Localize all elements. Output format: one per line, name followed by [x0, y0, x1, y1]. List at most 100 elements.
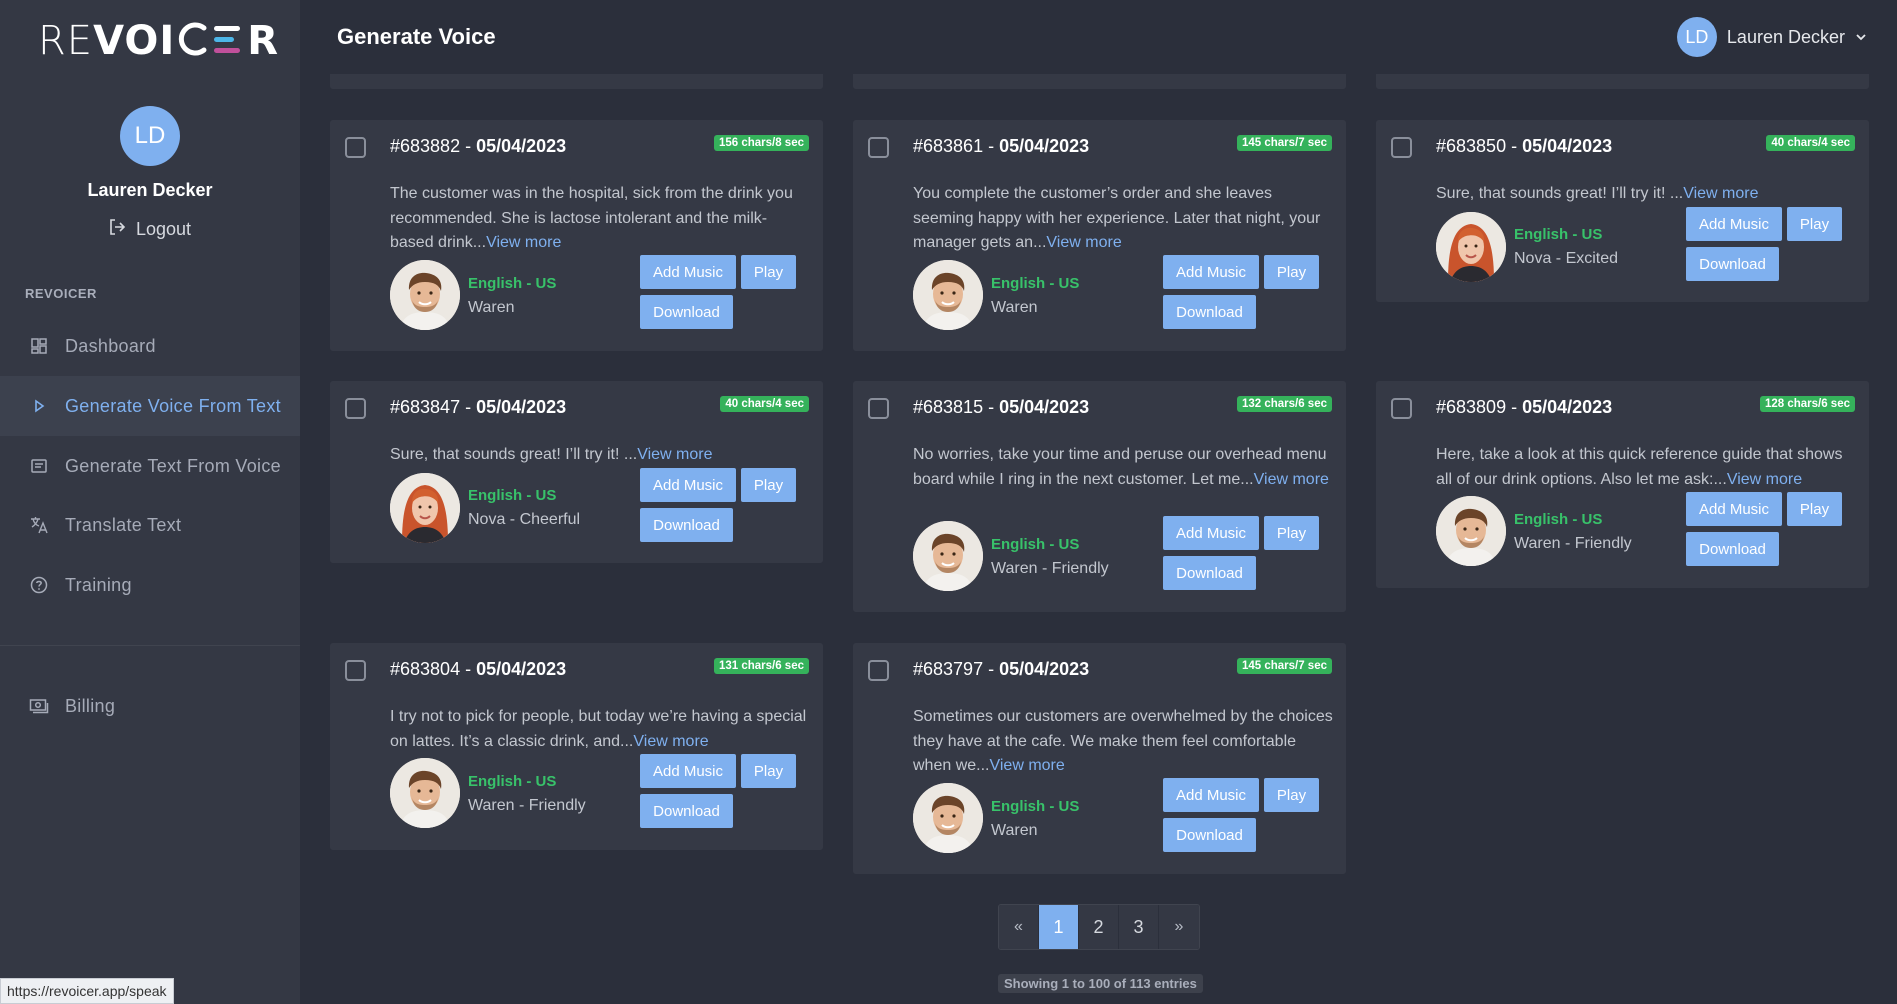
download-button[interactable]: Download	[1686, 247, 1779, 281]
add-music-button[interactable]: Add Music	[640, 468, 736, 502]
select-checkbox[interactable]	[868, 398, 889, 419]
view-more-link[interactable]: View more	[637, 446, 712, 463]
play-button[interactable]: Play	[741, 255, 796, 289]
download-button[interactable]: Download	[640, 295, 733, 329]
add-music-button[interactable]: Add Music	[1163, 516, 1259, 550]
section-label: REVOICER	[25, 286, 97, 301]
select-checkbox[interactable]	[345, 137, 366, 158]
add-music-button[interactable]: Add Music	[1163, 778, 1259, 812]
card-stub	[330, 74, 823, 89]
download-button[interactable]: Download	[1686, 532, 1779, 566]
download-button[interactable]: Download	[1163, 295, 1256, 329]
card-text: You complete the customer’s order and sh…	[913, 185, 1321, 251]
add-music-button[interactable]: Add Music	[1686, 492, 1782, 526]
play-button[interactable]: Play	[1787, 207, 1842, 241]
voice-name: Nova - Cheerful	[468, 511, 581, 528]
card-stub	[853, 74, 1346, 89]
sidebar-item-generate-text[interactable]: Generate Text From Voice	[0, 436, 300, 496]
voice-name: Nova - Excited	[1514, 250, 1619, 267]
entries-info: Showing 1 to 100 of 113 entries	[998, 974, 1203, 993]
view-more-link[interactable]: View more	[633, 733, 708, 750]
select-checkbox[interactable]	[345, 660, 366, 681]
user-menu[interactable]: LD Lauren Decker	[1676, 17, 1867, 57]
voice-avatar-male	[390, 758, 460, 828]
view-more-link[interactable]: View more	[1683, 185, 1758, 202]
card-title: #683850 - 05/04/2023	[1436, 136, 1613, 156]
select-checkbox[interactable]	[868, 660, 889, 681]
play-button[interactable]: Play	[1787, 492, 1842, 526]
status-bar-url: https://revoicer.app/speak	[0, 978, 174, 1004]
select-checkbox[interactable]	[1391, 137, 1412, 158]
sidebar-item-generate-voice[interactable]: Generate Voice From Text	[0, 376, 300, 436]
download-button[interactable]: Download	[1163, 818, 1256, 852]
help-icon	[29, 575, 49, 595]
download-button[interactable]: Download	[640, 794, 733, 828]
card-text: Sure, that sounds great! I’ll try it! ..…	[1436, 185, 1759, 202]
card-text: Sure, that sounds great! I’ll try it! ..…	[390, 446, 713, 463]
sidebar-item-label: Translate Text	[65, 514, 182, 535]
voice-card: #683850 - 05/04/2023 40 chars/4 sec Sure…	[1376, 120, 1869, 302]
voice-card: #683809 - 05/04/2023 128 chars/6 sec Her…	[1376, 381, 1869, 588]
view-more-link[interactable]: View more	[1727, 471, 1802, 488]
pagination-page-1[interactable]: 1	[1039, 905, 1079, 949]
sidebar-item-translate[interactable]: Translate Text	[0, 495, 300, 555]
logout-icon	[108, 218, 126, 241]
play-button[interactable]: Play	[741, 468, 796, 502]
revoicer-logo[interactable]: REVOI R	[38, 18, 279, 64]
voice-avatar-female	[1436, 212, 1506, 282]
logo-e-mark	[212, 22, 246, 56]
voice-name: Waren	[991, 822, 1038, 839]
voice-avatar-female	[390, 473, 460, 543]
voice-name: Waren - Friendly	[1514, 535, 1632, 552]
chars-badge: 132 chars/6 sec	[1236, 396, 1332, 412]
card-title: #683861 - 05/04/2023	[913, 136, 1090, 156]
language-label: English - US	[468, 773, 557, 790]
download-button[interactable]: Download	[1163, 556, 1256, 590]
play-button[interactable]: Play	[741, 754, 796, 788]
money-icon	[29, 696, 49, 716]
pagination-prev[interactable]: «	[999, 905, 1039, 949]
card-text: I try not to pick for people, but today …	[390, 708, 807, 750]
sidebar-item-label: Billing	[65, 695, 116, 716]
sidebar-user-name: Lauren Decker	[87, 180, 213, 200]
avatar[interactable]: LD	[120, 106, 180, 166]
add-music-button[interactable]: Add Music	[640, 754, 736, 788]
pagination-page-3[interactable]: 3	[1119, 905, 1159, 949]
play-button[interactable]: Play	[1264, 778, 1319, 812]
add-music-button[interactable]: Add Music	[1686, 207, 1782, 241]
sidebar-item-billing[interactable]: Billing	[0, 676, 300, 736]
view-more-link[interactable]: View more	[486, 234, 561, 251]
select-checkbox[interactable]	[345, 398, 366, 419]
voice-card: #683797 - 05/04/2023 145 chars/7 sec Som…	[853, 643, 1346, 874]
view-more-link[interactable]: View more	[1046, 234, 1121, 251]
sidebar: REVOI R LD Lauren Decker Logout REVOICER…	[0, 0, 300, 1004]
logout-link[interactable]: Logout	[108, 218, 191, 241]
play-button[interactable]: Play	[1264, 516, 1319, 550]
add-music-button[interactable]: Add Music	[640, 255, 736, 289]
select-checkbox[interactable]	[1391, 398, 1412, 419]
avatar: LD	[1676, 17, 1717, 57]
select-checkbox[interactable]	[868, 137, 889, 158]
logo-c-mark	[176, 20, 210, 56]
card-title: #683809 - 05/04/2023	[1436, 397, 1613, 417]
chars-badge: 145 chars/7 sec	[1236, 658, 1332, 674]
pagination-next[interactable]: »	[1159, 905, 1199, 949]
voice-card: #683804 - 05/04/2023 131 chars/6 sec I t…	[330, 643, 823, 850]
sidebar-item-dashboard[interactable]: Dashboard	[0, 316, 300, 376]
sidebar-item-training[interactable]: Training	[0, 555, 300, 615]
add-music-button[interactable]: Add Music	[1163, 255, 1259, 289]
page-title: Generate Voice	[337, 24, 496, 49]
card-text: Here, take a look at this quick referenc…	[1436, 446, 1843, 488]
logout-label: Logout	[136, 219, 192, 239]
sidebar-item-label: Generate Voice From Text	[65, 395, 281, 416]
view-more-link[interactable]: View more	[989, 757, 1064, 774]
voice-avatar-male	[913, 260, 983, 330]
pagination-page-2[interactable]: 2	[1079, 905, 1119, 949]
play-button[interactable]: Play	[1264, 255, 1319, 289]
view-more-link[interactable]: View more	[1254, 471, 1329, 488]
voice-avatar-male	[1436, 496, 1506, 566]
translate-icon	[29, 515, 49, 535]
sidebar-item-label: Training	[65, 574, 132, 595]
download-button[interactable]: Download	[640, 508, 733, 542]
language-label: English - US	[991, 536, 1080, 553]
